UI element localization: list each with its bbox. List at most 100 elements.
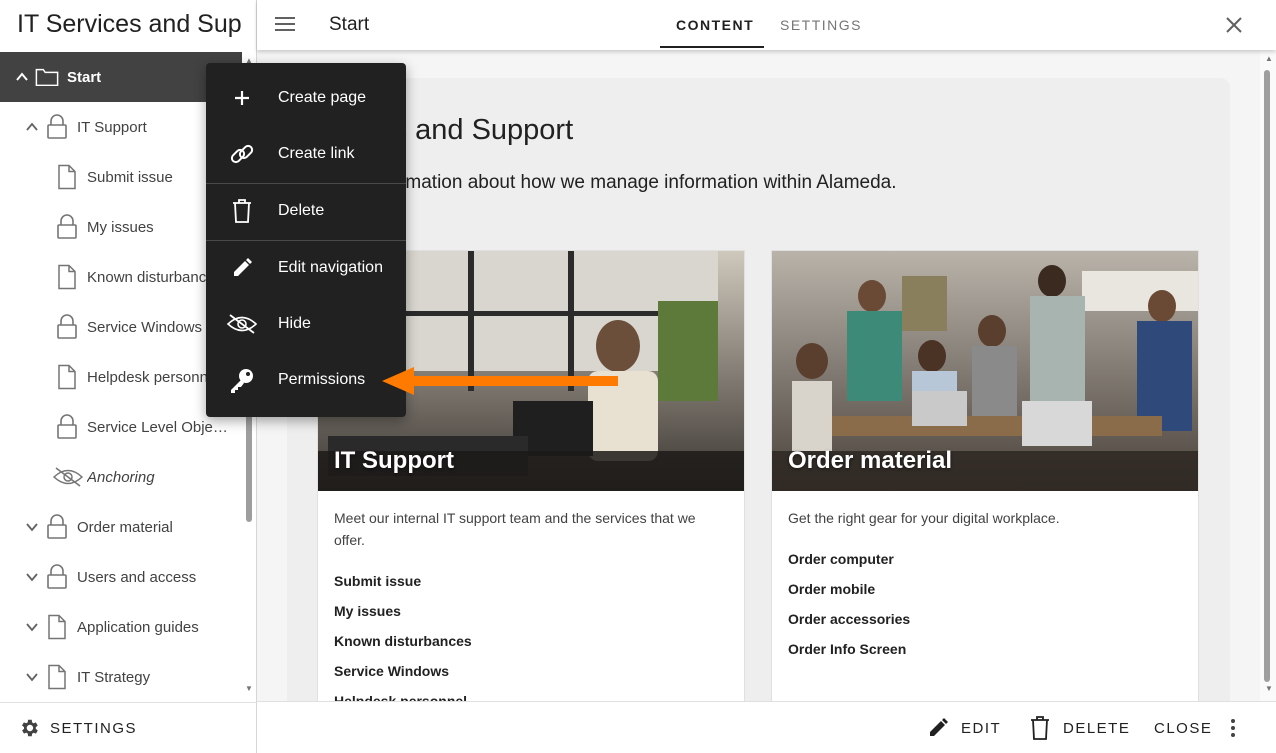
tree-item-label: IT Support [77,118,147,136]
hidden-eye-icon [226,310,258,338]
menu-item-permissions[interactable]: Permissions [206,352,406,408]
menu-item-edit-navigation[interactable]: Edit navigation [206,240,406,296]
delete-label: DELETE [1063,719,1131,737]
menu-item-label: Delete [278,202,325,219]
tree-item-label: Service Windows [87,318,203,336]
tree-item-label: Submit issue [87,168,173,186]
card-link[interactable]: Order accessories [788,609,1184,639]
more-vertical-icon [1231,719,1235,737]
menu-item-hide[interactable]: Hide [206,296,406,352]
settings-label: SETTINGS [50,720,138,737]
more-options-button[interactable] [1230,702,1248,753]
hidden-eye-icon [52,464,84,490]
scroll-down-arrow[interactable]: ▼ [1264,684,1274,694]
card-link[interactable]: My issues [334,601,730,631]
tree-item-it-strategy[interactable]: IT Strategy [0,652,242,702]
page-icon [45,664,69,690]
close-button[interactable]: CLOSE [1154,702,1212,753]
tree-item-anchoring[interactable]: Anchoring [0,452,242,502]
scroll-down-arrow[interactable]: ▼ [244,684,254,694]
edit-label: EDIT [961,719,1002,737]
close-label: CLOSE [1154,719,1213,737]
gear-icon [22,719,38,737]
menu-item-delete[interactable]: Delete [206,183,406,239]
scroll-up-arrow[interactable]: ▲ [1264,54,1274,64]
chevron-down-icon[interactable] [24,669,40,685]
tree-item-label: Users and access [77,568,197,586]
lock-icon [55,214,79,240]
page-icon [55,264,79,290]
card-description: Get the right gear for your digital work… [788,510,1060,526]
lock-icon [55,314,79,340]
page-title: Start [329,14,370,35]
link-icon [228,140,256,168]
trash-icon [1031,716,1049,740]
card-link[interactable]: Order Info Screen [788,639,1184,669]
chevron-up-icon[interactable] [14,69,30,85]
site-title: IT Services and Sup [17,10,242,38]
menu-item-label: Create page [278,89,367,106]
menu-item-label: Create link [278,145,355,162]
top-bar: Start CONTENT SETTINGS [257,0,1276,50]
folder-icon [35,64,59,90]
lock-icon [55,414,79,440]
pencil-icon [930,718,948,736]
tree-item-label: Start [67,68,102,86]
card-link-list: Submit issue My issues Known disturbance… [334,571,730,701]
menu-item-label: Permissions [278,371,366,388]
tree-item-label: Order material [77,518,173,536]
card-order-material[interactable]: Order material Get the right gear for yo… [771,250,1199,701]
key-icon [228,366,256,394]
card-image: Order material [772,251,1198,491]
card-title: IT Support [334,447,454,474]
tree-item-label: My issues [87,218,154,236]
pencil-icon [228,254,256,282]
card-link[interactable]: Known disturbances [334,631,730,661]
tree-item-label: Known disturbanc… [87,268,222,286]
tree-item-label: Application guides [77,618,199,636]
lock-icon [45,514,69,540]
settings-button[interactable]: SETTINGS [0,702,256,753]
page-icon [45,614,69,640]
card-description: Meet our internal IT support team and th… [334,510,696,548]
close-icon[interactable] [1223,14,1245,36]
tab-content[interactable]: CONTENT [676,17,754,33]
card-link[interactable]: Order computer [788,549,1184,579]
tree-item-label: Anchoring [87,468,155,486]
tree-item-users-and-access[interactable]: Users and access [0,552,242,602]
page-intro: for information about how we manage info… [341,172,897,193]
card-link[interactable]: Order mobile [788,579,1184,609]
edit-button[interactable]: EDIT [927,702,1001,753]
page-icon [55,364,79,390]
menu-item-label: Edit navigation [278,259,383,276]
tree-item-label: Service Level Obje… [87,418,228,436]
menu-item-create-page[interactable]: Create page [206,70,406,126]
plus-icon [228,84,256,112]
lock-icon [45,114,69,140]
content-scrollbar-thumb[interactable] [1264,70,1270,682]
card-link[interactable]: Submit issue [334,571,730,601]
tree-item-label: IT Strategy [77,668,151,686]
chevron-down-icon[interactable] [24,519,40,535]
chevron-down-icon[interactable] [24,569,40,585]
card-link[interactable]: Service Windows [334,661,730,691]
bottom-action-bar: EDIT DELETE CLOSE [257,701,1276,753]
card-link-list: Order computer Order mobile Order access… [788,549,1184,669]
context-menu: Create page Create link Delete Edit navi… [206,63,406,417]
card-link[interactable]: Helpdesk personnel [334,691,730,701]
active-tab-indicator [660,46,764,48]
chevron-up-icon[interactable] [24,119,40,135]
page-icon [55,164,79,190]
trash-icon [228,197,256,225]
card-title: Order material [788,447,953,474]
menu-item-create-link[interactable]: Create link [206,126,406,182]
hamburger-menu-icon[interactable] [274,13,296,35]
lock-icon [45,564,69,590]
tree-item-order-material[interactable]: Order material [0,502,242,552]
delete-button[interactable]: DELETE [1029,702,1130,753]
annotation-arrow [382,367,618,395]
tree-item-application-guides[interactable]: Application guides [0,602,242,652]
tab-settings[interactable]: SETTINGS [780,17,862,33]
chevron-down-icon[interactable] [24,619,40,635]
menu-item-label: Hide [278,315,311,332]
